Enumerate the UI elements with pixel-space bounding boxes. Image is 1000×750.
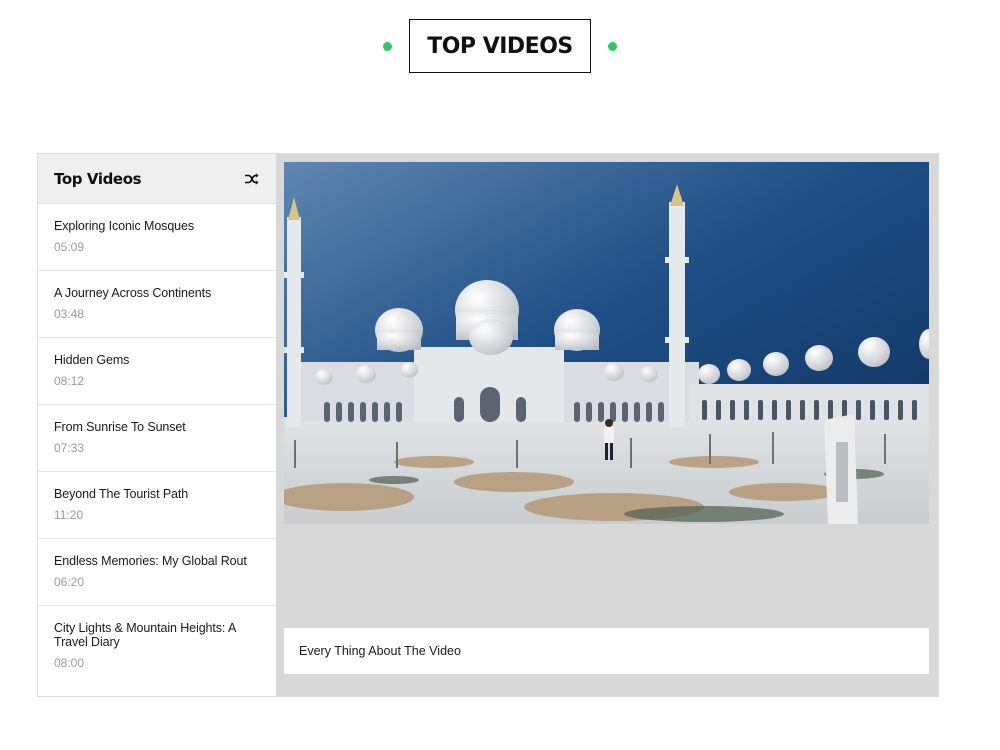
video-list: Exploring Iconic Mosques 05:09 A Journey… [38,204,276,688]
video-list-item[interactable]: Beyond The Tourist Path 11:20 [38,472,276,539]
video-thumbnail[interactable] [284,162,929,524]
video-duration: 06:20 [54,575,85,589]
video-duration: 11:20 [54,508,84,522]
video-list-item[interactable]: Endless Memories: My Global Rout 06:20 [38,539,276,606]
video-title: Endless Memories: My Global Rout [54,554,247,568]
video-list-item[interactable]: Exploring Iconic Mosques 05:09 [38,204,276,271]
video-duration: 08:00 [54,656,85,670]
heading-dot-left [383,41,393,51]
video-list-item[interactable]: Hidden Gems 08:12 [38,338,276,405]
video-title: Exploring Iconic Mosques [54,219,195,233]
video-duration: 03:48 [54,307,85,321]
video-sidebar: Top Videos Exploring Iconic Mosques 05:0… [38,154,276,696]
sidebar-header: Top Videos [38,154,276,204]
video-title: Beyond The Tourist Path [54,487,189,501]
video-title: City Lights & Mountain Heights: A Travel… [54,621,236,649]
video-caption: Every Thing About The Video [284,628,929,674]
video-duration: 08:12 [54,374,85,388]
video-duration: 05:09 [54,240,85,254]
video-title: A Journey Across Continents [54,286,212,300]
video-list-item[interactable]: A Journey Across Continents 03:48 [38,271,276,338]
video-duration: 07:33 [54,441,85,455]
video-list-item[interactable]: City Lights & Mountain Heights: A Travel… [38,606,276,688]
heading-dot-right [607,41,617,51]
video-title: From Sunrise To Sunset [54,420,186,434]
section-heading: TOP VIDEOS [0,19,1000,73]
page-title: TOP VIDEOS [409,19,591,73]
shuffle-icon[interactable] [244,171,260,187]
mosque-image [284,162,929,524]
sidebar-title: Top Videos [54,169,142,188]
video-widget: Top Videos Exploring Iconic Mosques 05:0… [37,153,939,697]
video-player: Every Thing About The Video [276,154,938,696]
video-list-item[interactable]: From Sunrise To Sunset 07:33 [38,405,276,472]
video-title: Hidden Gems [54,353,130,367]
